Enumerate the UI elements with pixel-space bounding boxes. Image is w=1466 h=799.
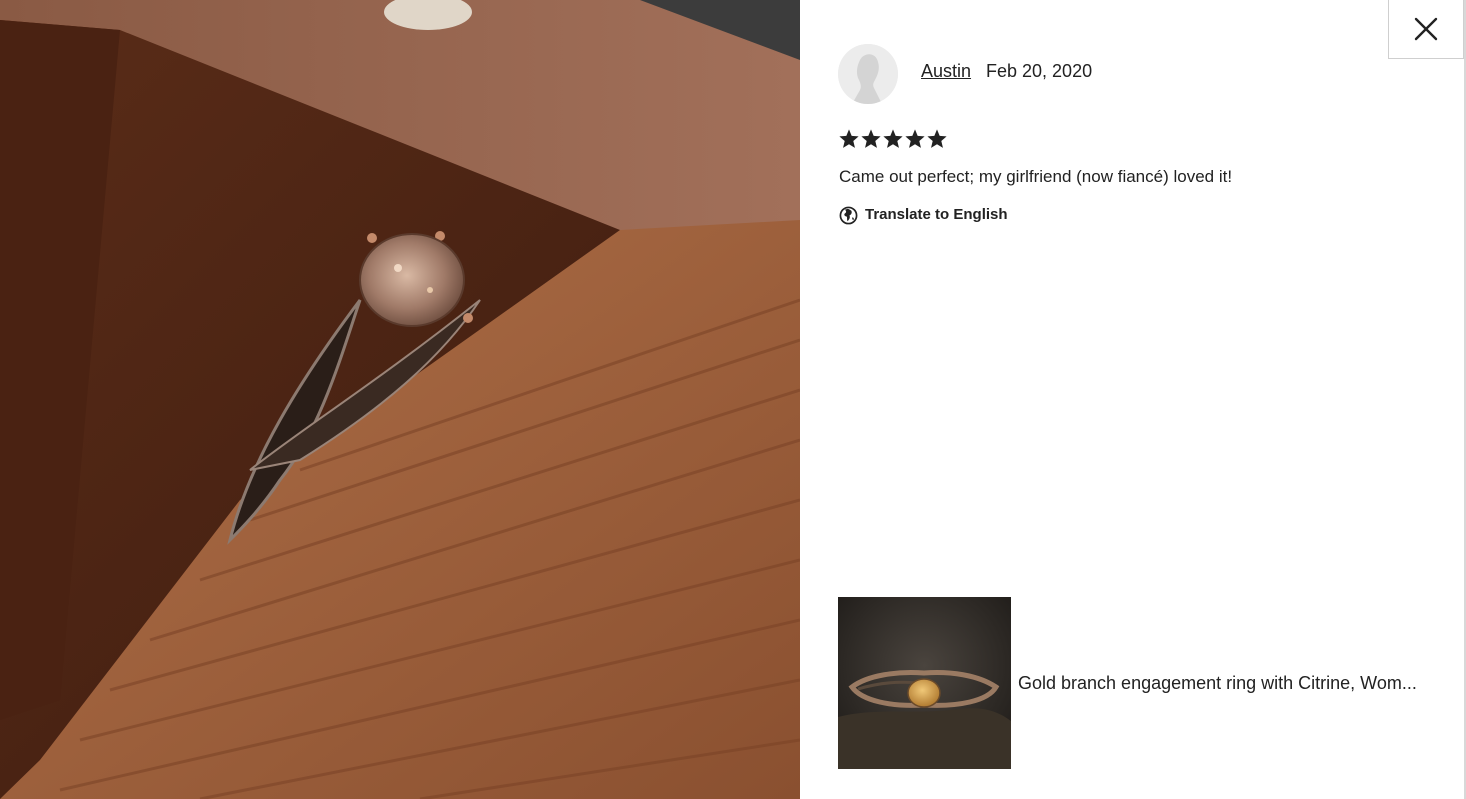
review-date: Feb 20, 2020	[986, 61, 1093, 81]
star-icon	[839, 129, 859, 148]
star-icon	[861, 129, 881, 148]
star-icon	[883, 129, 903, 148]
review-text: Came out perfect; my girlfriend (now fia…	[839, 167, 1233, 186]
star-rating	[838, 128, 948, 150]
reviewer-name-link[interactable]: Austin	[921, 60, 971, 82]
product-thumbnail[interactable]	[838, 597, 1011, 769]
translate-label: Translate to English	[865, 206, 1008, 223]
product-title-link[interactable]: Gold branch engagement ring with Citrine…	[1018, 672, 1443, 694]
review-photo	[0, 0, 800, 799]
default-avatar-icon	[838, 44, 898, 104]
close-icon	[1414, 17, 1438, 41]
reviewer-avatar[interactable]	[838, 44, 898, 104]
globe-icon	[839, 206, 858, 224]
close-button[interactable]	[1388, 0, 1464, 59]
star-icon	[927, 129, 947, 148]
star-icon	[905, 129, 925, 148]
translate-button[interactable]: Translate to English	[839, 205, 1008, 225]
